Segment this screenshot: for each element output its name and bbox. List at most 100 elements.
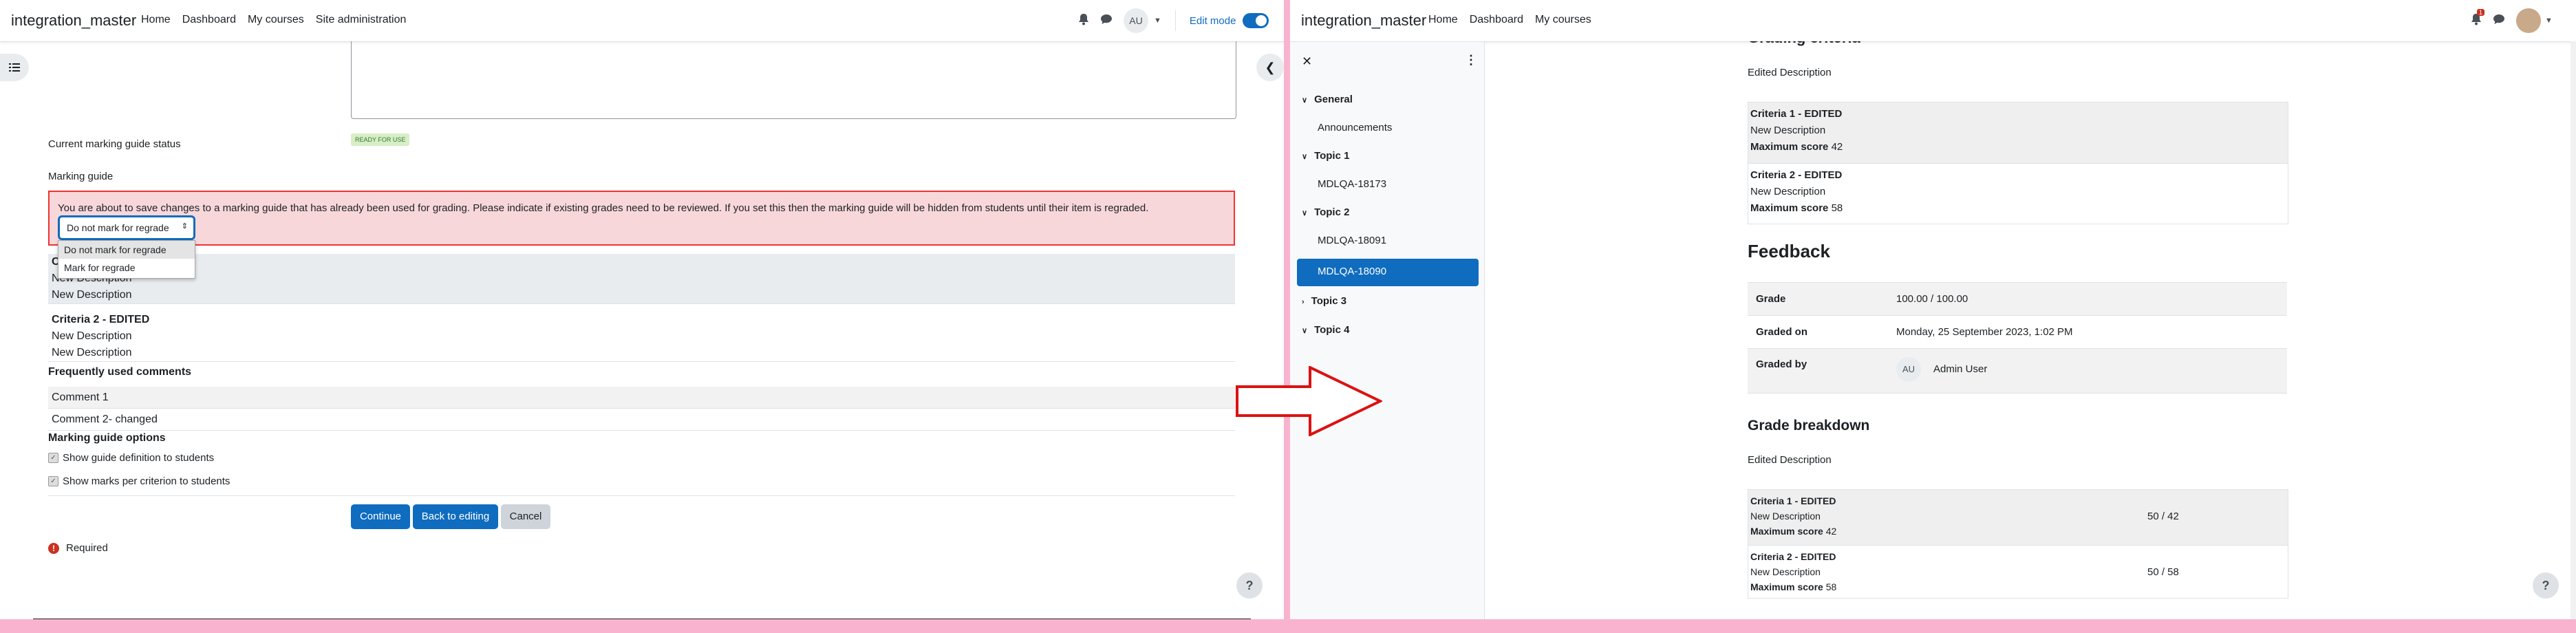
bell-icon[interactable]: 1 xyxy=(2471,8,2485,29)
criterion-title: C xyxy=(52,256,60,268)
nav-my-courses[interactable]: My courses xyxy=(1535,14,1591,26)
graded-by-row: Graded by AU Admin User xyxy=(1748,348,2287,394)
criterion-title: Criteria 2 - EDITED xyxy=(1750,169,1843,181)
regrade-alert: You are about to save changes to a marki… xyxy=(48,191,1235,246)
regrade-dropdown: Do not mark for regrade Mark for regrade xyxy=(58,240,195,279)
left-pane: integration_master Home Dashboard My cou… xyxy=(0,0,1284,619)
notification-count: 1 xyxy=(2477,8,2485,16)
regrade-alert-message: You are about to save changes to a marki… xyxy=(58,202,1149,214)
nav-divider xyxy=(1174,10,1176,31)
section-topic-4[interactable]: ∨ Topic 4 xyxy=(1302,324,1349,336)
cancel-button[interactable]: Cancel xyxy=(501,504,550,529)
chevron-down-icon[interactable]: ▼ xyxy=(1154,17,1161,25)
chevron-down-icon: ∨ xyxy=(1302,327,1308,335)
chevron-down-icon[interactable]: ▼ xyxy=(2545,17,2553,25)
option-label: Show guide definition to students xyxy=(63,452,215,464)
option-show-definition: ✓ Show guide definition to students xyxy=(48,452,214,464)
criteria-card: Criteria 1 - EDITED New Description Maxi… xyxy=(1748,102,2288,224)
open-course-index-button[interactable] xyxy=(0,54,29,81)
criterion-description: New Description xyxy=(48,270,1235,287)
help-button[interactable]: ? xyxy=(1236,572,1263,599)
grade-breakdown-heading: Grade breakdown xyxy=(1748,418,1870,433)
chevron-down-icon: ∨ xyxy=(1302,96,1308,105)
avatar[interactable]: AU xyxy=(1124,8,1148,33)
activity-announcements[interactable]: Announcements xyxy=(1318,122,1392,133)
activity-mdlqa-18090[interactable]: MDLQA-18090 xyxy=(1318,266,1386,277)
open-block-drawer-button[interactable]: ❮ xyxy=(1256,54,1284,81)
top-navbar: integration_master Home Dashboard My cou… xyxy=(0,0,1284,42)
section-topic-2[interactable]: ∨ Topic 2 xyxy=(1302,206,1349,218)
activity-mdlqa-18091[interactable]: MDLQA-18091 xyxy=(1318,235,1386,246)
bell-icon[interactable] xyxy=(1078,13,1089,29)
nav-site-administration[interactable]: Site administration xyxy=(316,14,407,26)
required-label: Required xyxy=(66,542,108,554)
feedback-table: Grade 100.00 / 100.00 Graded on Monday, … xyxy=(1748,282,2287,394)
option-label: Show marks per criterion to students xyxy=(63,475,230,487)
criterion-max: Maximum score 58 xyxy=(1750,202,1843,214)
criterion-title: Criteria 2 - EDITED xyxy=(52,314,150,325)
checkbox[interactable]: ✓ xyxy=(48,476,58,486)
graded-on-row: Graded on Monday, 25 September 2023, 1:0… xyxy=(1748,315,2287,349)
required-icon: ! xyxy=(48,542,59,554)
criterion-description: New Description xyxy=(52,289,132,301)
criterion-max: Maximum score 42 xyxy=(1750,141,1843,153)
comments-heading: Frequently used comments xyxy=(48,366,192,378)
grade-row: Grade 100.00 / 100.00 xyxy=(1748,282,2287,316)
breakdown-card: Criteria 1 - EDITED New Description Maxi… xyxy=(1748,489,2288,599)
divider xyxy=(48,495,1235,496)
list-icon xyxy=(9,63,20,72)
chevron-down-icon: ∨ xyxy=(1302,153,1308,161)
criterion-row: Criteria 1 - EDITED New Description Maxi… xyxy=(1748,103,2288,164)
regrade-select[interactable]: Do not mark for regrade ⇕ xyxy=(58,215,195,240)
help-button[interactable]: ? xyxy=(2533,572,2559,599)
section-topic-3[interactable]: › Topic 3 xyxy=(1302,295,1346,307)
regrade-option[interactable]: Mark for regrade xyxy=(58,259,195,277)
edit-mode-label: Edit mode xyxy=(1189,14,1236,27)
activity-mdlqa-18173[interactable]: MDLQA-18173 xyxy=(1318,178,1386,190)
edit-mode-toggle[interactable] xyxy=(1243,13,1269,28)
criterion-description: New Description xyxy=(52,330,132,342)
site-brand[interactable]: integration_master xyxy=(1301,12,1426,30)
nav-my-courses[interactable]: My courses xyxy=(248,14,304,26)
more-options-icon[interactable]: ⋮ xyxy=(1465,53,1477,67)
status-badge: READY FOR USE xyxy=(351,133,410,146)
edited-description: Edited Description xyxy=(1748,67,1832,78)
regrade-select-value: Do not mark for regrade xyxy=(67,222,169,233)
section-topic-1[interactable]: ∨ Topic 1 xyxy=(1302,150,1349,162)
criterion-description: New Description xyxy=(1750,125,1826,136)
criterion-description: New Description xyxy=(1750,186,1826,197)
nav-dashboard[interactable]: Dashboard xyxy=(182,14,236,26)
chevron-down-icon: ∨ xyxy=(1302,209,1308,217)
checkbox[interactable]: ✓ xyxy=(48,453,58,463)
avatar[interactable] xyxy=(2516,8,2541,33)
scrollbar[interactable] xyxy=(2570,41,2576,619)
transition-arrow-icon xyxy=(1236,366,1382,436)
section-general[interactable]: ∨ General xyxy=(1302,94,1353,105)
close-icon[interactable]: ✕ xyxy=(1302,54,1312,69)
breakdown-score: 50 / 42 xyxy=(2147,511,2179,522)
nav-dashboard[interactable]: Dashboard xyxy=(1470,14,1523,26)
description-textarea[interactable] xyxy=(351,41,1236,119)
nav-user-area: 1 ▼ xyxy=(2471,8,2553,33)
chat-icon[interactable] xyxy=(1100,14,1113,28)
chevron-right-icon: › xyxy=(1302,298,1305,306)
primary-nav: Home Dashboard My courses xyxy=(1428,14,1591,26)
option-show-marks: ✓ Show marks per criterion to students xyxy=(48,475,230,487)
criterion-row: Criteria 2 - EDITED New Description Maxi… xyxy=(1748,164,2288,220)
criterion-1: C New Description New Description xyxy=(48,254,1235,304)
criterion-2: Criteria 2 - EDITED New Description New … xyxy=(48,312,1235,362)
continue-button[interactable]: Continue xyxy=(351,504,410,529)
site-brand[interactable]: integration_master xyxy=(11,12,136,30)
nav-home[interactable]: Home xyxy=(1428,14,1458,26)
right-pane: integration_master Home Dashboard My cou… xyxy=(1290,0,2576,619)
chat-icon[interactable] xyxy=(2493,14,2505,28)
criterion-description: New Description xyxy=(52,347,132,358)
back-to-editing-button[interactable]: Back to editing xyxy=(413,504,498,529)
breakdown-description: Edited Description xyxy=(1748,454,1832,466)
regrade-option[interactable]: Do not mark for regrade xyxy=(58,241,195,259)
breakdown-row: Criteria 2 - EDITED New Description Maxi… xyxy=(1750,551,2179,592)
criterion-title: Criteria 1 - EDITED xyxy=(1750,108,1843,120)
required-note: ! Required xyxy=(48,542,108,554)
grader-name[interactable]: Admin User xyxy=(1933,363,1987,375)
nav-home[interactable]: Home xyxy=(141,14,171,26)
